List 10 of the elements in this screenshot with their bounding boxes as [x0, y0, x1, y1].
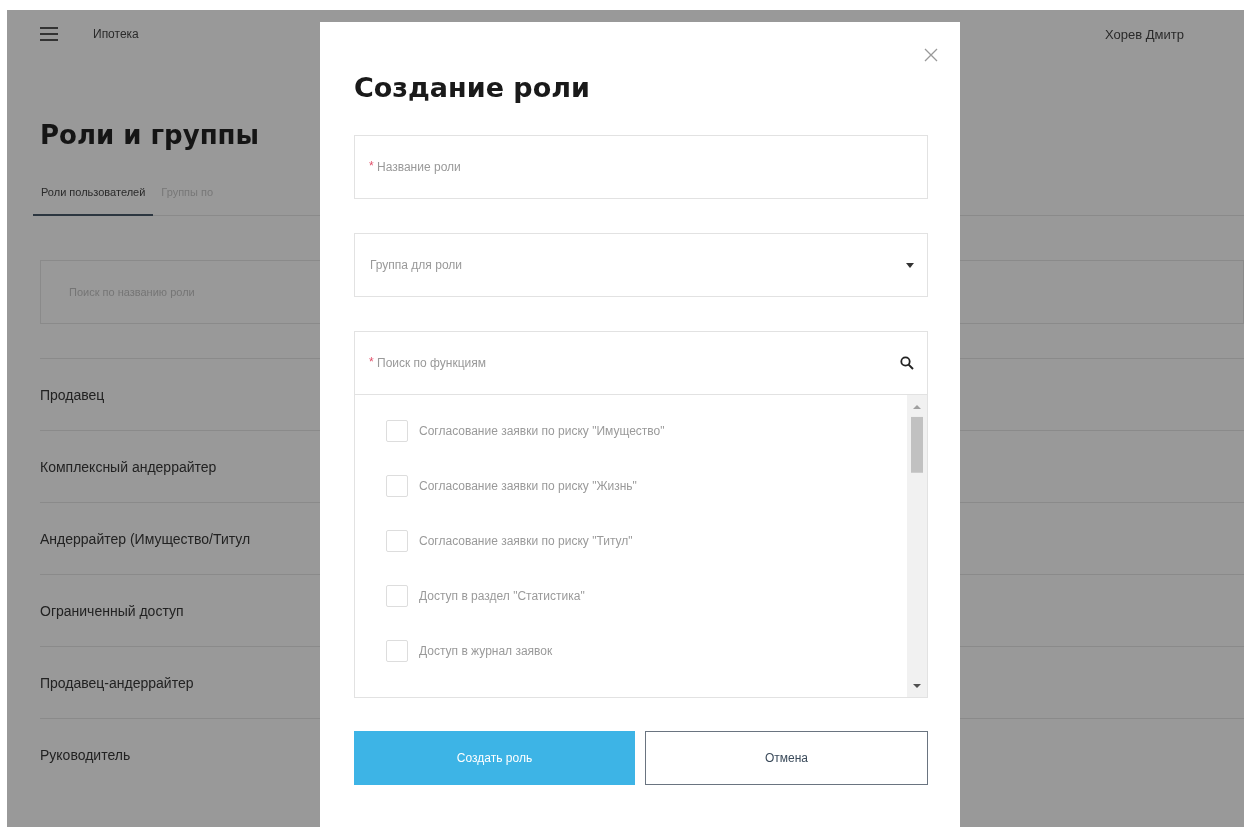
required-mark: * [369, 160, 374, 172]
dialog-title: Создание роли [354, 71, 591, 103]
function-label: Согласование заявки по риску "Титул" [419, 533, 633, 548]
page-title: Роли и группы [40, 120, 261, 150]
function-label: Согласование заявки по риску "Жизнь" [419, 478, 637, 493]
app-name: Ипотека [93, 27, 139, 41]
function-label: Доступ в журнал заявок [419, 643, 553, 658]
required-mark: * [369, 356, 374, 368]
function-label: Согласование заявки по риску "Имущество" [419, 423, 665, 438]
function-label: Доступ в раздел "Статистика" [419, 588, 585, 603]
